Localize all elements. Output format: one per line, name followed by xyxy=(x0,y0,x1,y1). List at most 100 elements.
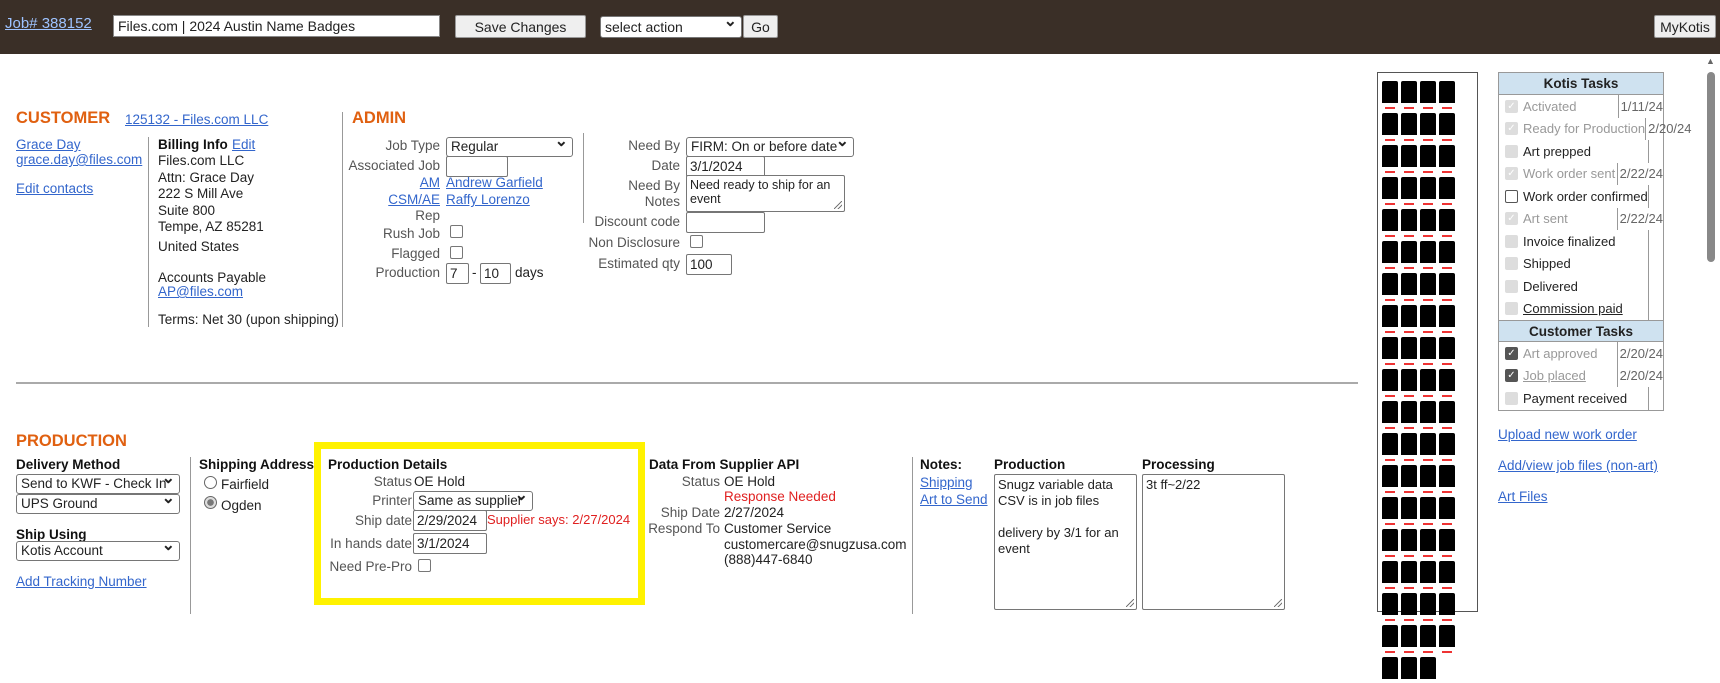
notes-heading: Notes: xyxy=(920,457,963,472)
payment-terms: Terms: Net 30 (upon shipping) xyxy=(158,312,339,327)
art-thumbnail-preview[interactable] xyxy=(1377,72,1478,683)
task-checkbox[interactable]: ✓ xyxy=(1505,167,1518,181)
contact-email-link[interactable]: grace.day@files.com xyxy=(16,152,142,167)
scrollbar-thumb[interactable] xyxy=(1707,72,1715,262)
task-checkbox[interactable] xyxy=(1505,279,1518,293)
scroll-up-icon[interactable]: ▲ xyxy=(1706,56,1715,66)
go-button[interactable]: Go xyxy=(743,15,778,38)
badge-thumbnail xyxy=(1382,209,1398,235)
task-checkbox[interactable]: ✓ xyxy=(1505,122,1518,136)
art-to-send-link[interactable]: Art to Send xyxy=(920,492,988,507)
kotis-task-list: ✓ Activated 1/11/24 ✓ Ready for Production 2/… xyxy=(1499,95,1692,320)
billing-edit-link[interactable]: Edit xyxy=(232,137,255,152)
badge-thumbnail xyxy=(1382,369,1398,395)
discount-code-input[interactable] xyxy=(686,212,765,233)
job-title-input[interactable]: Files.com | 2024 Austin Name Badges xyxy=(113,15,440,37)
badge-thumbnail xyxy=(1382,305,1398,331)
task-checkbox[interactable] xyxy=(1505,391,1518,405)
task-date: 2/20/24 xyxy=(1648,121,1692,137)
upload-work-order-link[interactable]: Upload new work order xyxy=(1498,427,1637,442)
task-checkbox[interactable] xyxy=(1505,189,1518,203)
badge-thumbnail xyxy=(1420,209,1436,235)
delivery-method-label: Delivery Method xyxy=(16,457,121,472)
badge-thumbnail xyxy=(1382,625,1398,651)
shipping-notes-link[interactable]: Shipping xyxy=(920,475,973,490)
task-name-cell: ✓ Activated xyxy=(1499,95,1619,118)
edit-contacts-link[interactable]: Edit contacts xyxy=(16,181,93,196)
need-by-date-input[interactable]: 3/1/2024 xyxy=(686,156,765,177)
task-label: Art approved xyxy=(1523,345,1598,361)
estimated-qty-input[interactable]: 100 xyxy=(686,254,732,275)
rush-job-checkbox[interactable] xyxy=(450,225,463,238)
task-label: Payment received xyxy=(1523,390,1628,406)
task-name-cell: Work order confirmed xyxy=(1499,185,1649,208)
task-checkbox[interactable]: ✓ xyxy=(1505,99,1518,113)
need-by-notes-textarea[interactable]: Need ready to ship for an event xyxy=(686,175,845,212)
scrollbar[interactable]: ▲ xyxy=(1700,54,1720,614)
badge-thumbnail xyxy=(1439,593,1455,619)
job-number-link[interactable]: Job# 388152 xyxy=(5,15,92,32)
associated-job-input[interactable] xyxy=(446,156,508,177)
need-pre-pro-label: Need Pre-Pro xyxy=(329,559,412,574)
ap-email-link[interactable]: AP@files.com xyxy=(158,284,243,299)
badge-thumbnail xyxy=(1439,81,1455,107)
badge-thumbnail xyxy=(1382,337,1398,363)
add-tracking-link[interactable]: Add Tracking Number xyxy=(16,574,147,589)
badge-thumbnail xyxy=(1420,497,1436,523)
carrier-select[interactable]: UPS Ground xyxy=(16,494,180,514)
badge-thumbnail xyxy=(1439,369,1455,395)
need-by-label: Need By xyxy=(628,138,680,153)
save-changes-button[interactable]: Save Changes xyxy=(455,15,586,38)
task-row: Art prepped xyxy=(1499,140,1663,163)
production-days-unit: days xyxy=(515,265,544,280)
divider xyxy=(190,457,191,614)
fairfield-radio[interactable] xyxy=(204,476,217,489)
in-hands-date-input[interactable]: 3/1/2024 xyxy=(413,533,487,554)
printer-select[interactable]: Same as supplier xyxy=(413,491,533,511)
supplier-api-heading: Data From Supplier API xyxy=(649,457,800,472)
task-checkbox[interactable] xyxy=(1505,302,1518,316)
printer-label: Printer xyxy=(372,493,412,508)
production-notes-textarea[interactable]: Snugz variable data CSV is in job files … xyxy=(994,474,1137,610)
supplier-status: OE Hold xyxy=(724,474,776,489)
task-checkbox[interactable] xyxy=(1505,234,1518,248)
flagged-checkbox[interactable] xyxy=(450,246,463,259)
ogden-radio[interactable] xyxy=(204,496,217,509)
contact-name-link[interactable]: Grace Day xyxy=(16,137,81,152)
need-by-select[interactable]: FIRM: On or before date xyxy=(686,137,854,157)
badge-thumbnail xyxy=(1420,337,1436,363)
billing-line: 222 S Mill Ave xyxy=(158,186,244,201)
customer-account-link[interactable]: 125132 - Files.com LLC xyxy=(125,112,268,127)
badge-thumbnail xyxy=(1439,241,1455,267)
am-name-link[interactable]: Andrew Garfield xyxy=(446,175,543,190)
csm-link[interactable]: CSM/AE xyxy=(388,192,440,207)
action-select[interactable]: select action xyxy=(600,16,742,38)
need-pre-pro-checkbox[interactable] xyxy=(418,559,431,572)
task-checkbox[interactable] xyxy=(1505,257,1518,271)
production-min-input[interactable]: 7 xyxy=(446,263,469,284)
mykotis-button[interactable]: MyKotis xyxy=(1654,15,1716,38)
ship-date-input[interactable]: 2/29/2024 xyxy=(413,510,487,531)
badge-thumbnail xyxy=(1382,465,1398,491)
task-checkbox[interactable]: ✓ xyxy=(1505,212,1518,226)
non-disclosure-label: Non Disclosure xyxy=(588,235,680,250)
am-link[interactable]: AM xyxy=(420,175,440,190)
job-files-link[interactable]: Add/view job files (non-art) xyxy=(1498,458,1658,473)
production-max-input[interactable]: 10 xyxy=(480,263,511,284)
task-name-cell: Invoice finalized xyxy=(1499,230,1649,253)
ship-using-select[interactable]: Kotis Account xyxy=(16,541,180,561)
discount-code-label: Discount code xyxy=(594,214,680,229)
non-disclosure-checkbox[interactable] xyxy=(690,235,703,248)
badge-thumbnail xyxy=(1420,241,1436,267)
csm-name-link[interactable]: Raffy Lorenzo xyxy=(446,192,530,207)
job-type-select[interactable]: Regular xyxy=(446,137,573,157)
art-files-link[interactable]: Art Files xyxy=(1498,489,1548,504)
processing-notes-textarea[interactable]: 3t ff~2/22 xyxy=(1142,474,1285,610)
job-type-label: Job Type xyxy=(385,138,440,153)
badge-thumbnail xyxy=(1401,433,1417,459)
task-row: ✓ Activated 1/11/24 xyxy=(1499,95,1663,118)
task-checkbox[interactable] xyxy=(1505,144,1518,158)
delivery-method-select[interactable]: Send to KWF - Check In xyxy=(16,474,180,494)
task-checkbox[interactable]: ✓ xyxy=(1505,346,1518,360)
task-checkbox[interactable]: ✓ xyxy=(1505,369,1518,383)
